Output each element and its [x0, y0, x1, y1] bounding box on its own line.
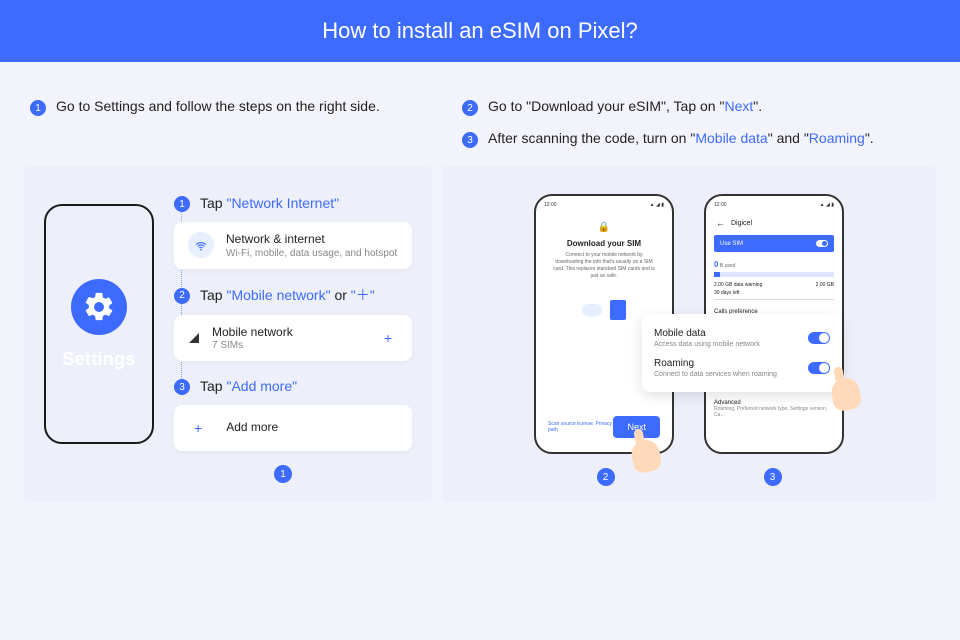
card-network-internet[interactable]: Network & internet Wi-Fi, mobile, data u… [174, 222, 412, 269]
intro-left: 1 Go to Settings and follow the steps on… [30, 98, 462, 148]
step-1: 1 Tap "Network Internet" Network & inter… [174, 194, 412, 269]
phone-header: ← Digicel [714, 214, 834, 232]
intro-left-text: Go to Settings and follow the steps on t… [56, 98, 380, 114]
step-1-link: "Network Internet" [226, 195, 339, 211]
download-sim-title: Download your SIM [544, 239, 664, 248]
mobile-data-row[interactable]: Mobile data Access data using mobile net… [654, 328, 830, 348]
mobile-data-link[interactable]: Mobile data [695, 130, 767, 146]
toggle-on-icon[interactable] [816, 240, 828, 247]
footer-badges-left: 1 [44, 465, 412, 483]
step-2-link: "Mobile network" [226, 287, 330, 303]
data-usage-bar [714, 272, 834, 277]
roaming-toggle[interactable] [808, 362, 830, 374]
settings-caption: Settings [62, 349, 135, 370]
signal-icon [188, 332, 200, 344]
step-2: 2 Tap "Mobile network" or "＋" Mobile net… [174, 285, 412, 362]
carrier-label: Digicel [731, 220, 752, 227]
footer-badge-3: 3 [764, 468, 782, 486]
next-link[interactable]: Next [724, 98, 753, 114]
wifi-icon [188, 232, 214, 258]
card-title: Network & internet [226, 232, 397, 248]
mobile-data-toggle[interactable] [808, 332, 830, 344]
page-header: How to install an eSIM on Pixel? [0, 0, 960, 62]
footer-badge-2: 2 [597, 468, 615, 486]
panel-phones: 12:00 ▲ ◢ ▮ 🔒 Download your SIM Connect … [442, 166, 936, 502]
overlay-toggles-card: Mobile data Access data using mobile net… [642, 314, 842, 392]
intro-right: 2 Go to "Download your eSIM", Tap on "Ne… [462, 98, 930, 148]
footer-badges-right: 2 3 [462, 468, 916, 486]
gear-icon [71, 279, 127, 335]
badge-2: 2 [462, 100, 478, 116]
card-add-more[interactable]: + Add more [174, 405, 412, 451]
roaming-row[interactable]: Roaming Connect to data services when ro… [654, 358, 830, 378]
download-sim-desc: Connect to your mobile network by downlo… [544, 252, 664, 280]
footer-badge-1: 1 [274, 465, 292, 483]
panels-row: Settings /*fix caption color*/document.a… [0, 166, 960, 502]
card-subtitle: 7 SIMs [212, 340, 293, 351]
intro-right-line-2: After scanning the code, turn on "Mobile… [488, 130, 874, 146]
badge-3: 3 [462, 132, 478, 148]
plus-icon[interactable]: + [378, 330, 398, 346]
sim-card-icon [610, 300, 626, 320]
settings-phone-illustration: Settings [44, 204, 154, 444]
back-arrow-icon[interactable]: ← [716, 218, 725, 228]
step-badge-3: 3 [174, 379, 190, 395]
step-3: 3 Tap "Add more" + Add more [174, 377, 412, 451]
intro-right-line-1: Go to "Download your eSIM", Tap on "Next… [488, 98, 762, 114]
step-2-plus-link: "＋" [351, 287, 375, 303]
panel-steps: Settings /*fix caption color*/document.a… [24, 166, 432, 502]
roaming-link[interactable]: Roaming [809, 130, 865, 146]
step-badge-2: 2 [174, 288, 190, 304]
card-title: Add more [226, 420, 278, 436]
intro-row: 1 Go to Settings and follow the steps on… [0, 62, 960, 166]
plus-icon: + [188, 420, 208, 436]
page-title: How to install an eSIM on Pixel? [322, 18, 638, 43]
step-badge-1: 1 [174, 196, 190, 212]
use-sim-row[interactable]: Use SIM [714, 235, 834, 252]
card-subtitle: Wi-Fi, mobile, data usage, and hotspot [226, 248, 397, 259]
card-mobile-network[interactable]: Mobile network 7 SIMs + [174, 315, 412, 362]
hand-pointer-icon [829, 376, 862, 412]
step-3-link: "Add more" [226, 378, 297, 394]
steps-column: 1 Tap "Network Internet" Network & inter… [174, 194, 412, 451]
lock-icon: 🔒 [544, 222, 664, 233]
scan-illustration [582, 300, 626, 320]
privacy-link[interactable]: Scan source license. Privacy path [548, 421, 613, 433]
data-used: 0 B used [714, 260, 834, 269]
card-title: Mobile network [212, 325, 293, 341]
status-bar: 12:00 ▲ ◢ ▮ [706, 196, 842, 208]
badge-1: 1 [30, 100, 46, 116]
cloud-icon [582, 304, 602, 316]
status-bar: 12:00 ▲ ◢ ▮ [536, 196, 672, 208]
